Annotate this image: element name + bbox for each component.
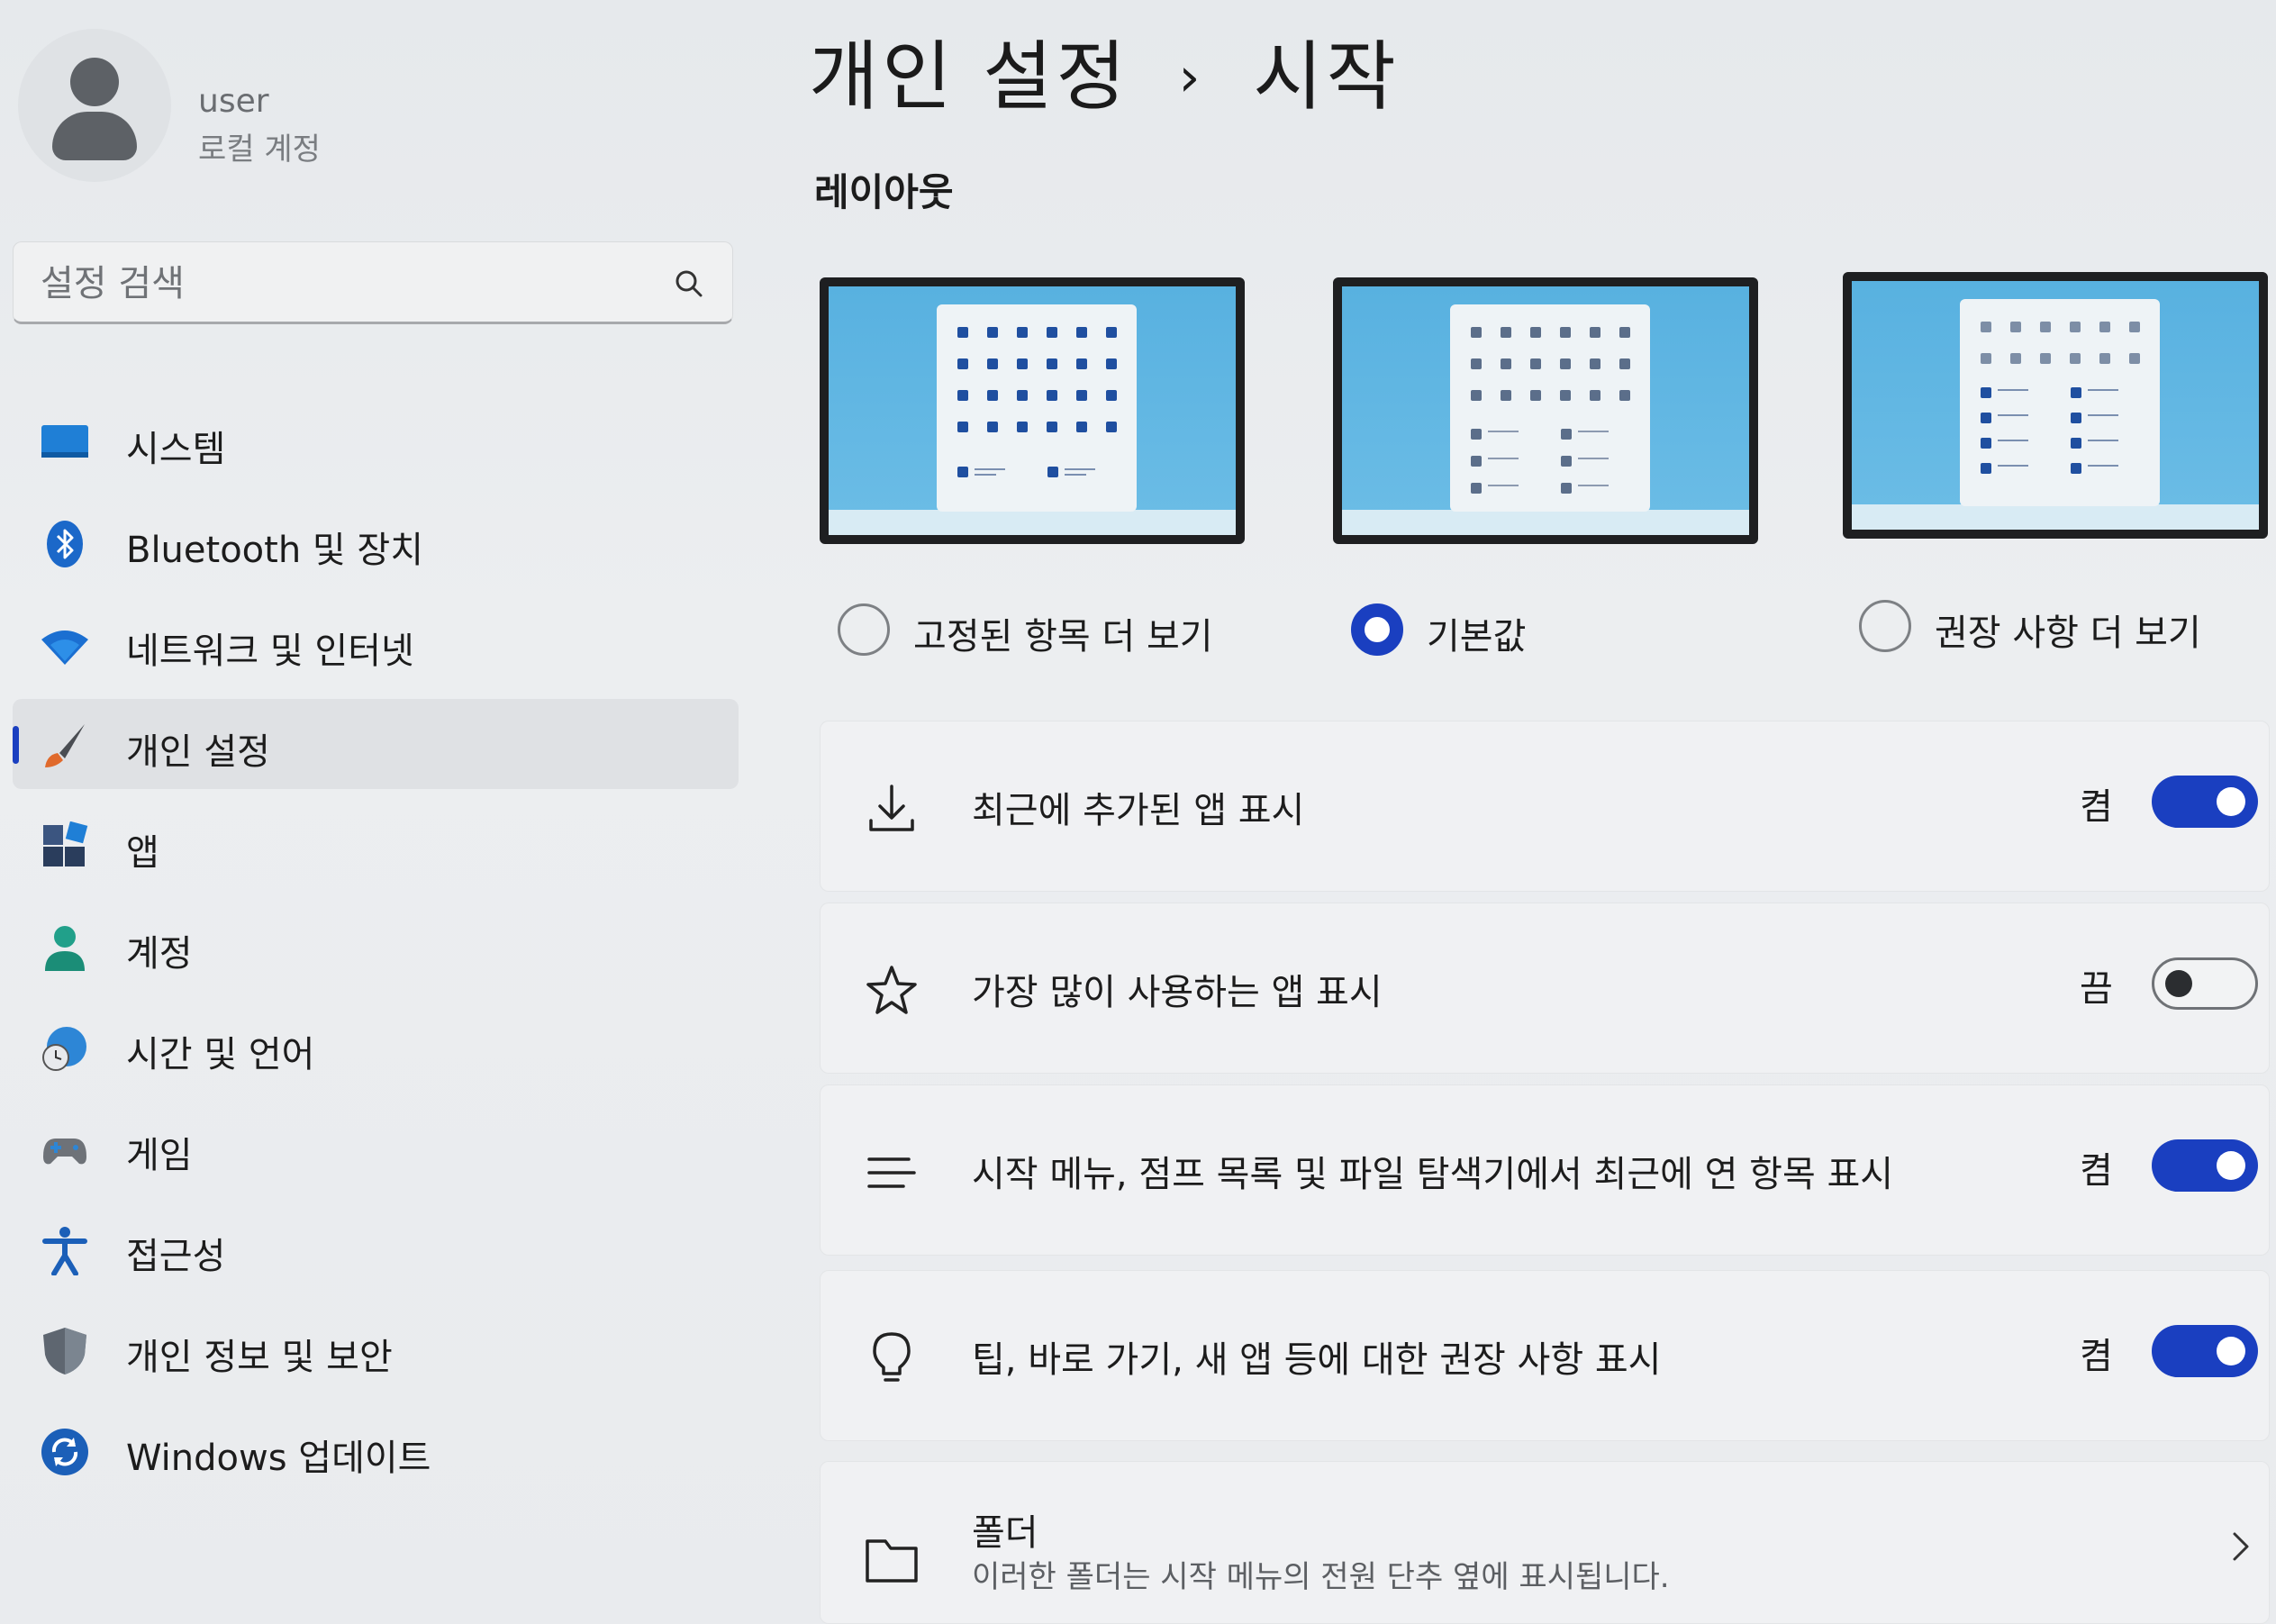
sidebar-item-apps[interactable]: 앱 [13, 800, 739, 890]
toggle-knob [2165, 970, 2192, 997]
radio-label: 기본값 [1427, 616, 1527, 658]
layout-preview-more-pins[interactable] [820, 277, 1245, 544]
sidebar-item-bluetooth[interactable]: Bluetooth 및 장치 [13, 497, 739, 587]
preview-pinned-grid [957, 327, 1117, 477]
toggle-state-text: 켬 [2080, 1150, 2113, 1192]
toggle-knob [2217, 787, 2245, 816]
preview-recommended-grid [1981, 322, 2140, 474]
wifi-icon [41, 631, 88, 665]
sidebar-item-windows-update[interactable]: Windows 업데이트 [13, 1405, 739, 1495]
avatar-head-shape [70, 58, 119, 106]
account-type: 로컬 계정 [198, 132, 321, 168]
sidebar-item-accessibility[interactable]: 접근성 [13, 1203, 739, 1293]
sidebar-item-personalization[interactable]: 개인 설정 [13, 699, 739, 789]
sidebar-item-label: 계정 [126, 933, 193, 975]
folder-icon [866, 1539, 918, 1583]
sidebar-item-label: Windows 업데이트 [126, 1438, 431, 1479]
star-icon [866, 966, 917, 1014]
system-icon [41, 425, 88, 458]
search-box[interactable] [13, 241, 733, 324]
preview-default-grid [1471, 327, 1630, 494]
download-icon [869, 785, 914, 831]
avatar[interactable] [18, 29, 171, 182]
layout-preview-more-recommendations[interactable] [1843, 272, 2268, 539]
selection-indicator [13, 726, 19, 764]
update-icon [41, 1429, 88, 1475]
sidebar-item-label: 시간 및 언어 [126, 1034, 315, 1075]
toggle-knob [2217, 1151, 2245, 1180]
setting-recommendations[interactable]: 팁, 바로 가기, 새 앱 등에 대한 권장 사항 표시 켬 [820, 1270, 2270, 1441]
sidebar-item-gaming[interactable]: 게임 [13, 1102, 739, 1193]
radio-label: 고정된 항목 더 보기 [913, 616, 1213, 658]
sidebar-item-accounts[interactable]: 계정 [13, 901, 739, 991]
breadcrumb-separator: › [1178, 46, 1204, 109]
main-content: 개인 설정 › 시작 레이아웃 고정된 항목 더 보기 기본값 권장 사항 더 … [793, 0, 2276, 1624]
sidebar-item-privacy[interactable]: 개인 정보 및 보안 [13, 1304, 739, 1394]
sidebar-item-label: 개인 설정 [126, 731, 270, 773]
layout-option-more-pins[interactable]: 고정된 항목 더 보기 [838, 603, 1306, 658]
avatar-body-shape [52, 112, 137, 160]
toggle-state-text: 켬 [2080, 786, 2113, 828]
layout-option-default[interactable]: 기본값 [1351, 603, 1621, 658]
toggle-switch[interactable] [2152, 1325, 2258, 1377]
setting-recently-opened-items[interactable]: 시작 메뉴, 점프 목록 및 파일 탐색기에서 최근에 연 항목 표시 켬 [820, 1084, 2270, 1256]
radio-button-checked[interactable] [1351, 603, 1403, 656]
search-input[interactable] [41, 259, 653, 309]
shield-icon [43, 1328, 86, 1375]
setting-label: 최근에 추가된 앱 표시 [972, 790, 1305, 831]
setting-label: 가장 많이 사용하는 앱 표시 [972, 972, 1383, 1013]
sidebar-item-label: 네트워크 및 인터넷 [126, 631, 414, 672]
toggle-switch[interactable] [2152, 1139, 2258, 1192]
apps-icon [43, 821, 88, 866]
page-title: 개인 설정 › 시작 [809, 16, 1400, 125]
breadcrumb-parent[interactable]: 개인 설정 [809, 32, 1129, 121]
setting-most-used-apps[interactable]: 가장 많이 사용하는 앱 표시 끔 [820, 903, 2270, 1074]
setting-folders[interactable]: 폴더 이러한 폴더는 시작 메뉴의 전원 단추 옆에 표시됩니다. [820, 1461, 2270, 1624]
layout-option-more-recommendations[interactable]: 권장 사항 더 보기 [1859, 600, 2273, 654]
user-profile[interactable]: user 로컬 계정 [9, 18, 730, 198]
search-icon[interactable] [671, 266, 707, 302]
brush-icon [45, 724, 85, 767]
chevron-right-icon[interactable] [2227, 1529, 2254, 1565]
lightbulb-icon [873, 1332, 911, 1382]
sidebar-item-label: 개인 정보 및 보안 [126, 1337, 393, 1378]
radio-button[interactable] [838, 603, 890, 656]
toggle-switch[interactable] [2152, 957, 2258, 1010]
setting-recently-added-apps[interactable]: 최근에 추가된 앱 표시 켬 [820, 721, 2270, 892]
sidebar-item-label: 게임 [126, 1135, 193, 1176]
breadcrumb-current: 시작 [1253, 32, 1400, 121]
globe-clock-icon [42, 1027, 86, 1071]
user-name: user [198, 83, 269, 120]
sidebar-item-system[interactable]: 시스템 [13, 396, 739, 486]
toggle-state-text: 켬 [2080, 1336, 2113, 1377]
toggle-knob [2217, 1337, 2245, 1365]
sidebar-item-label: 앱 [126, 832, 159, 874]
radio-button[interactable] [1859, 600, 1911, 652]
sidebar-item-network[interactable]: 네트워크 및 인터넷 [13, 598, 739, 688]
layout-preview-default[interactable] [1333, 277, 1758, 544]
radio-label: 권장 사항 더 보기 [1935, 612, 2201, 654]
gamepad-icon [43, 1139, 86, 1165]
sidebar: user 로컬 계정 시스템 Bluetooth 및 장치 [0, 0, 748, 1624]
sidebar-item-label: Bluetooth 및 장치 [126, 530, 424, 571]
toggle-switch[interactable] [2152, 776, 2258, 828]
list-icon [867, 1157, 916, 1188]
account-icon [45, 926, 85, 971]
setting-description: 이러한 폴더는 시작 메뉴의 전원 단추 옆에 표시됩니다. [972, 1559, 1670, 1595]
accessibility-icon [42, 1227, 87, 1275]
setting-label: 폴더 [972, 1512, 1038, 1554]
sidebar-item-time-language[interactable]: 시간 및 언어 [13, 1002, 739, 1092]
toggle-state-text: 끔 [2080, 968, 2113, 1010]
setting-label: 팁, 바로 가기, 새 앱 등에 대한 권장 사항 표시 [972, 1339, 1662, 1381]
bluetooth-icon [47, 521, 83, 567]
setting-label: 시작 메뉴, 점프 목록 및 파일 탐색기에서 최근에 연 항목 표시 [972, 1154, 1894, 1195]
section-title-layout: 레이아웃 [814, 170, 954, 214]
sidebar-item-label: 접근성 [126, 1236, 226, 1277]
sidebar-item-label: 시스템 [126, 429, 226, 470]
